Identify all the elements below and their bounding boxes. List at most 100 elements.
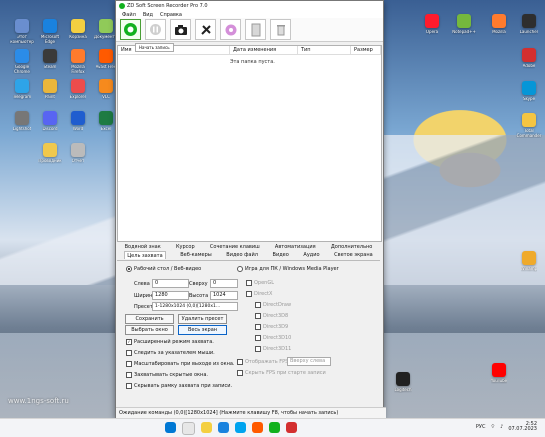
wifi-icon[interactable]: ⌔ — [490, 424, 495, 430]
system-tray: РУС ⌔ ♪ 2:52 07.07.2023 — [476, 422, 537, 432]
desktop-icon[interactable]: Winamp — [516, 251, 542, 277]
desktop-icon[interactable]: Отчёт — [65, 143, 91, 169]
follow-mouse-checkbox[interactable]: Следить за указателем мыши. — [126, 350, 215, 356]
height-input[interactable]: 1024 — [210, 291, 238, 300]
d3d8-checkbox[interactable]: Direct3D8 — [255, 313, 288, 319]
recorder-task-icon[interactable] — [269, 422, 280, 433]
tools-icon — [200, 24, 211, 35]
tab-advanced[interactable]: Дополнительно — [331, 243, 372, 251]
checkbox-icon — [237, 370, 243, 376]
desktop-icon[interactable]: Notepad++ — [451, 14, 477, 40]
game-mode-radio[interactable]: Игра для ПК / Windows Media Player — [237, 266, 339, 272]
scale-checkbox[interactable]: Масштабировать при выходе из окна. — [126, 361, 235, 367]
menu-view[interactable]: Вид — [143, 12, 153, 18]
tab-hotkeys[interactable]: Сочетание клавиш — [210, 243, 260, 251]
preset-label: Пресет — [134, 304, 153, 310]
settings-tabs: Водяной знак Курсор Сочетание клавиш Авт… — [117, 243, 380, 261]
firefox-icon[interactable] — [252, 422, 263, 433]
d3d9-checkbox[interactable]: Direct3D9 — [255, 324, 288, 330]
desktop-icon[interactable]: Корзина — [65, 19, 91, 45]
desktop-icon[interactable]: Этот компьютер — [9, 19, 35, 45]
directx-checkbox[interactable]: DirectX — [246, 291, 272, 297]
screenshot-button[interactable] — [170, 19, 191, 40]
desktop-icon[interactable]: Launcher — [516, 14, 542, 40]
hidden-window-checkbox[interactable]: Захватывать скрытые окна. — [126, 372, 208, 378]
checkbox-icon — [255, 335, 261, 341]
tab-audio[interactable]: Аудио — [303, 251, 319, 259]
fps-checkbox[interactable]: Отображать FPS — [237, 359, 288, 365]
delete-button[interactable] — [270, 19, 291, 40]
tab-capture-target[interactable]: Цель захвата — [124, 251, 166, 259]
desktop-icon[interactable]: Microsoft Edge — [37, 19, 63, 45]
desktop-mode-radio[interactable]: Рабочий стол / Веб-видео — [126, 266, 201, 272]
edge-icon[interactable] — [218, 422, 229, 433]
desktop-icon[interactable]: Google Chrome — [9, 49, 35, 75]
settings-button[interactable] — [195, 19, 216, 40]
desktop-icon[interactable]: Mozilla Firefox — [65, 49, 91, 75]
media-button[interactable] — [220, 19, 241, 40]
hide-fps-checkbox[interactable]: Скрыть FPS при старте записи — [237, 370, 326, 376]
directdraw-checkbox[interactable]: DirectDraw — [255, 302, 291, 308]
desktop-icon[interactable]: Lightshot — [9, 111, 35, 137]
pause-button[interactable] — [145, 19, 166, 40]
store-icon[interactable] — [235, 422, 246, 433]
extended-mode-checkbox[interactable]: Расширенный режим захвата. — [126, 339, 214, 345]
language-indicator[interactable]: РУС — [476, 424, 486, 430]
column-size[interactable]: Размер — [351, 46, 381, 54]
tab-watermark[interactable]: Водяной знак — [125, 243, 161, 251]
start-icon[interactable] — [165, 422, 176, 433]
preset-select[interactable]: 1-1280x1024 (0,0)[1280x1... — [152, 302, 238, 311]
search-icon[interactable] — [182, 422, 195, 435]
tab-cursor[interactable]: Курсор — [176, 243, 195, 251]
tab-webcams[interactable]: Веб-камеры — [180, 251, 211, 259]
tab-video-file[interactable]: Видео файл — [226, 251, 258, 259]
volume-icon[interactable]: ♪ — [500, 424, 503, 430]
trash-icon — [276, 24, 285, 35]
checkbox-icon — [255, 313, 261, 319]
fps-position-select[interactable]: Вверху слева — [287, 357, 331, 366]
desktop-icon[interactable]: Adobe — [516, 48, 542, 74]
tab-video[interactable]: Видео — [273, 251, 289, 259]
desktop-icon[interactable]: Discord — [37, 111, 63, 137]
menu-file[interactable]: Файл — [122, 12, 136, 18]
desktop-icon[interactable]: Opera — [419, 14, 445, 40]
desktop-icon[interactable]: Total Commander — [516, 113, 542, 139]
select-window-button[interactable]: Выбрать окно — [125, 325, 174, 335]
column-type[interactable]: Тип — [298, 46, 351, 54]
menu-help[interactable]: Справка — [160, 12, 182, 18]
column-date[interactable]: Дата изменения — [230, 46, 298, 54]
opengl-checkbox[interactable]: OpenGL — [246, 280, 274, 286]
d3d11-checkbox[interactable]: Direct3D11 — [255, 346, 291, 352]
folder-icon[interactable] — [201, 422, 212, 433]
desktop-icon[interactable]: Telegram — [9, 79, 35, 105]
radio-selected-icon — [126, 266, 132, 272]
clock[interactable]: 2:52 07.07.2023 — [508, 422, 537, 432]
delete-preset-button[interactable]: Удалить пресет — [178, 314, 227, 324]
desktop-icon[interactable]: YouTube — [486, 363, 512, 389]
save-preset-button[interactable]: Сохранить пресет — [125, 314, 174, 330]
taskbar-apps — [165, 422, 297, 435]
desktop-icon[interactable]: Skype — [516, 81, 542, 107]
clip-button[interactable] — [245, 19, 266, 40]
window-titlebar[interactable]: ZD Soft Screen Recorder Pro 7.0 — [116, 1, 383, 11]
tab-automation[interactable]: Автоматизация — [275, 243, 316, 251]
desktop-icon[interactable]: Mozilla — [486, 14, 512, 40]
tab-screen-light[interactable]: Светое экрана — [334, 251, 373, 259]
full-screen-button[interactable]: Весь экран — [178, 325, 227, 335]
opera-icon[interactable] — [286, 422, 297, 433]
checkbox-icon — [246, 280, 252, 286]
desktop-icon[interactable]: Проводник — [37, 143, 63, 169]
left-input[interactable]: 0 — [152, 279, 189, 288]
desktop-icon[interactable]: Paint — [37, 79, 63, 105]
d3d10-checkbox[interactable]: Direct3D10 — [255, 335, 291, 341]
screen-recorder-window[interactable]: ZD Soft Screen Recorder Pro 7.0 Файл Вид… — [115, 0, 386, 418]
record-button[interactable] — [120, 19, 141, 40]
desktop-icon[interactable]: Word — [65, 111, 91, 137]
desktop-icon[interactable]: Explorer — [65, 79, 91, 105]
top-input[interactable]: 0 — [210, 279, 238, 288]
width-input[interactable]: 1280 — [152, 291, 189, 300]
desktop-icon[interactable]: Steam — [37, 49, 63, 75]
hide-frame-checkbox[interactable]: Скрывать рамку захвата при записи. — [126, 383, 232, 389]
desktop-icon[interactable]: Logitech — [390, 372, 416, 398]
recordings-list[interactable]: Имя Дата изменения Тип Размер Эта папка … — [117, 45, 382, 242]
